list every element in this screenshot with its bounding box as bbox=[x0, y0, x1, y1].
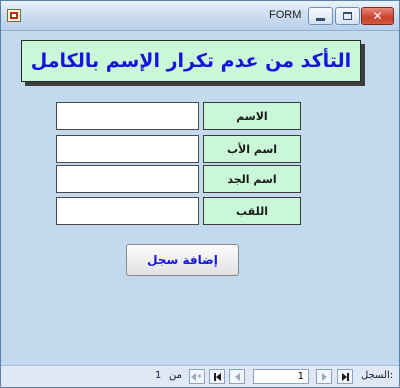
maximize-icon bbox=[343, 12, 352, 20]
minimize-button[interactable] bbox=[308, 7, 333, 25]
total-records: 1 bbox=[155, 370, 162, 381]
surname-label: اللقب bbox=[203, 197, 301, 225]
field-row-surname: اللقب bbox=[56, 197, 301, 225]
form-window: FORM ✕ التأكد من عدم تكرار الإسم بالكامل… bbox=[0, 0, 400, 388]
new-record-button[interactable]: ✶ bbox=[189, 369, 205, 384]
close-icon: ✕ bbox=[372, 9, 383, 23]
previous-record-icon bbox=[321, 372, 327, 381]
close-button[interactable]: ✕ bbox=[361, 7, 394, 25]
previous-record-button[interactable] bbox=[316, 369, 332, 384]
maximize-button[interactable] bbox=[335, 7, 360, 25]
father-name-label: اسم الأب bbox=[203, 135, 301, 163]
first-record-button[interactable] bbox=[337, 369, 353, 384]
add-record-button[interactable]: إضافة سجل bbox=[126, 244, 239, 276]
record-label: السجل: bbox=[361, 370, 394, 381]
new-record-icon: ✶ bbox=[191, 372, 203, 381]
name-label: الاسم bbox=[203, 102, 301, 130]
field-row-father-name: اسم الأب bbox=[56, 135, 301, 163]
window-title: FORM bbox=[269, 9, 302, 21]
current-record-field[interactable]: 1 bbox=[253, 369, 309, 384]
grandfather-name-label: اسم الجد bbox=[203, 165, 301, 193]
name-input[interactable] bbox=[56, 102, 199, 130]
last-record-button[interactable] bbox=[209, 369, 225, 384]
field-row-grandfather-name: اسم الجد bbox=[56, 165, 301, 193]
form-title: التأكد من عدم تكرار الإسم بالكامل bbox=[30, 50, 352, 72]
surname-input[interactable] bbox=[56, 197, 199, 225]
of-label: من bbox=[169, 370, 182, 381]
last-record-icon bbox=[213, 372, 221, 381]
field-row-name: الاسم bbox=[56, 102, 301, 130]
minimize-icon bbox=[316, 17, 325, 21]
next-record-button[interactable] bbox=[229, 369, 245, 384]
father-name-input[interactable] bbox=[56, 135, 199, 163]
grandfather-name-input[interactable] bbox=[56, 165, 199, 193]
next-record-icon bbox=[234, 372, 240, 381]
access-form-icon[interactable] bbox=[7, 9, 21, 22]
form-header-banner: التأكد من عدم تكرار الإسم بالكامل bbox=[21, 40, 361, 82]
record-navigation-bar: السجل: 1 ✶ من 1 bbox=[1, 365, 399, 387]
first-record-icon bbox=[341, 372, 349, 381]
title-bar[interactable]: FORM ✕ bbox=[1, 1, 399, 31]
